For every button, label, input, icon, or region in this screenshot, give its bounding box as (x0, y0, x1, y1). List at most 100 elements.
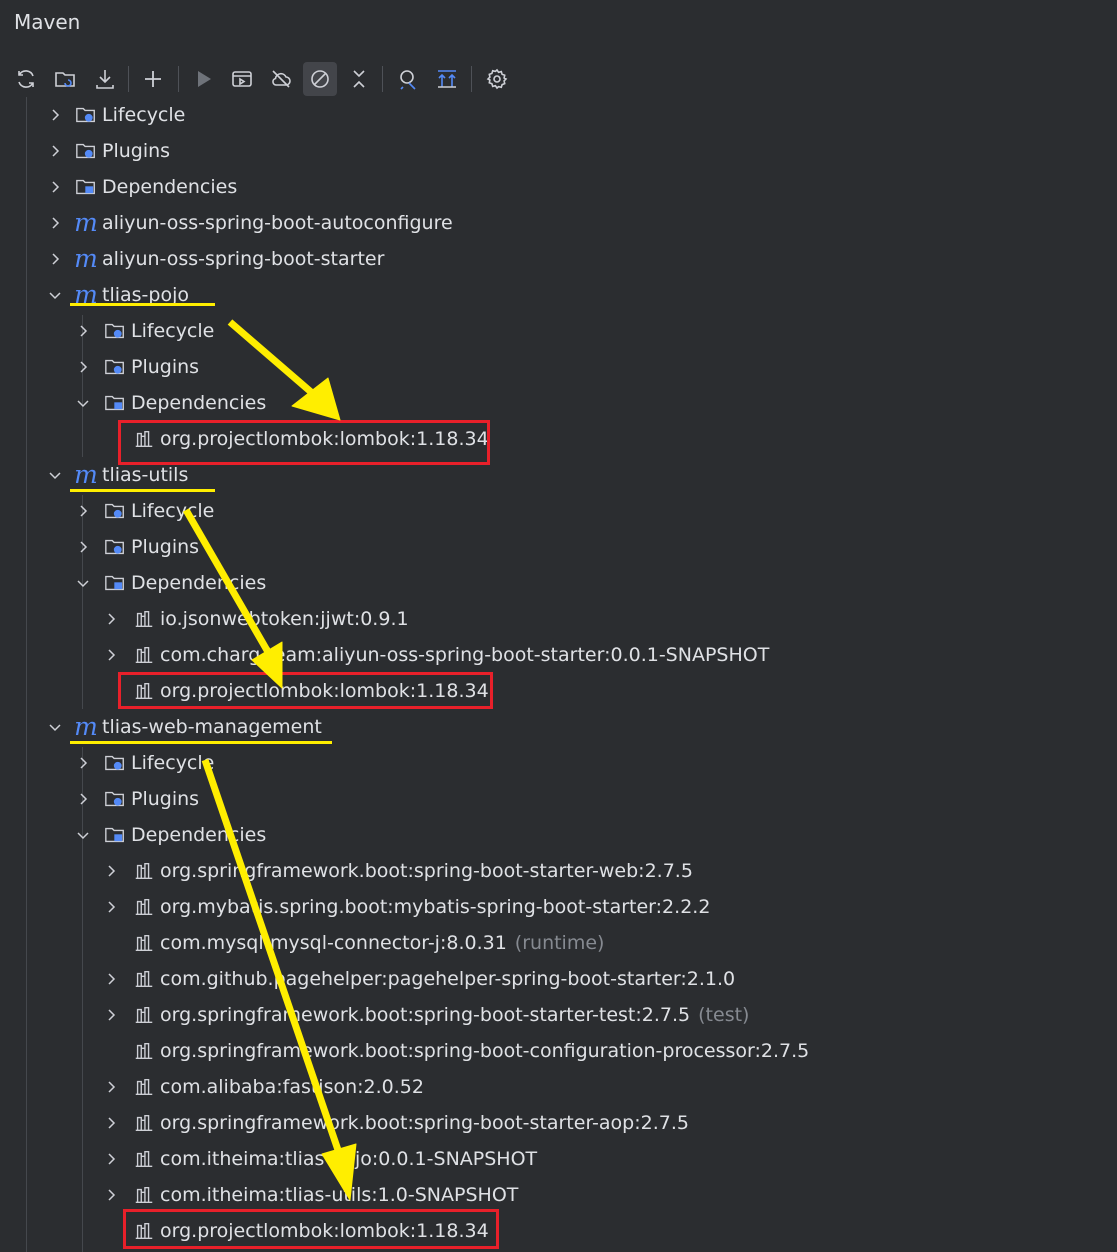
library-icon (132, 1039, 156, 1063)
library-icon (132, 1075, 156, 1099)
module-node-tlias-web-management[interactable]: m tlias-web-management (48, 709, 322, 745)
chevron-right-icon[interactable] (104, 1188, 118, 1202)
dependency-node[interactable]: com.mysql:mysql-connector-j:8.0.31 (runt… (132, 925, 604, 961)
dependency-label: org.springframework.boot:spring-boot-sta… (160, 860, 693, 882)
module-label: aliyun-oss-spring-boot-starter (102, 248, 385, 270)
dependency-node[interactable]: com.itheima:tlias-pojo:0.0.1-SNAPSHOT (104, 1141, 537, 1177)
dependency-node[interactable]: com.alibaba:fastjson:2.0.52 (104, 1069, 424, 1105)
chevron-down-icon[interactable] (76, 396, 90, 410)
dependency-label: org.springframework.boot:spring-boot-con… (160, 1040, 810, 1062)
chevron-right-icon[interactable] (104, 864, 118, 878)
tree-node-label: Dependencies (102, 176, 238, 198)
tree-node-plugins[interactable]: Plugins (76, 349, 199, 385)
plugins-folder-icon (103, 535, 127, 559)
module-node-tlias-pojo[interactable]: m tlias-pojo (48, 277, 189, 313)
dependencies-folder-icon (103, 391, 127, 415)
lifecycle-folder-icon (103, 319, 127, 343)
reload-icon[interactable] (9, 62, 43, 96)
tree-node-plugins[interactable]: Plugins (76, 781, 199, 817)
dependencies-folder-icon (103, 571, 127, 595)
chevron-right-icon[interactable] (104, 900, 118, 914)
library-icon (132, 967, 156, 991)
dependencies-folder-icon (74, 175, 98, 199)
chevron-right-icon[interactable] (48, 180, 62, 194)
dependency-node[interactable]: org.springframework.boot:spring-boot-sta… (104, 1105, 689, 1141)
toolbar-separator (178, 66, 179, 92)
chevron-down-icon[interactable] (48, 720, 62, 734)
module-node[interactable]: m aliyun-oss-spring-boot-starter (48, 241, 384, 277)
chevron-right-icon[interactable] (76, 792, 90, 806)
chevron-right-icon[interactable] (104, 612, 118, 626)
tree-node-label: Dependencies (131, 824, 267, 846)
run-icon[interactable] (186, 62, 220, 96)
tree-node-dependencies[interactable]: Dependencies (76, 565, 266, 601)
chevron-right-icon[interactable] (76, 360, 90, 374)
dependency-node[interactable]: com.itheima:tlias-utils:1.0-SNAPSHOT (104, 1177, 518, 1213)
module-node[interactable]: m aliyun-oss-spring-boot-autoconfigure (48, 205, 453, 241)
tree-node-label: Lifecycle (131, 320, 215, 342)
chevron-right-icon[interactable] (48, 216, 62, 230)
highlight-box (118, 420, 490, 465)
dependency-label: com.github.pagehelper:pagehelper-spring-… (160, 968, 736, 990)
analyze-dependencies-icon[interactable] (390, 62, 424, 96)
chevron-right-icon[interactable] (104, 1008, 118, 1022)
plugins-folder-icon (74, 139, 98, 163)
dependency-node[interactable]: org.springframework.boot:spring-boot-sta… (104, 853, 693, 889)
tree-node-lifecycle[interactable]: Lifecycle (48, 97, 185, 133)
chevron-right-icon[interactable] (104, 1080, 118, 1094)
tree-node-lifecycle[interactable]: Lifecycle (76, 745, 214, 781)
chevron-right-icon[interactable] (76, 324, 90, 338)
tree-node-dependencies[interactable]: Dependencies (76, 385, 266, 421)
dependency-node[interactable]: com.github.pagehelper:pagehelper-spring-… (104, 961, 735, 997)
dependency-node[interactable]: org.springframework.boot:spring-boot-sta… (104, 997, 749, 1033)
module-label: tlias-web-management (102, 716, 322, 738)
lifecycle-folder-icon (74, 103, 98, 127)
tree-node-dependencies[interactable]: Dependencies (48, 169, 237, 205)
dependency-label: org.mybatis.spring.boot:mybatis-spring-b… (160, 896, 711, 918)
reload-folder-icon[interactable] (48, 62, 82, 96)
module-label: tlias-utils (102, 464, 189, 486)
settings-icon[interactable] (480, 62, 514, 96)
highlight-underline (70, 489, 215, 492)
add-icon[interactable] (136, 62, 170, 96)
tree-node-plugins[interactable]: Plugins (48, 133, 170, 169)
offline-icon[interactable] (264, 62, 298, 96)
chevron-right-icon[interactable] (76, 756, 90, 770)
collapse-icon[interactable] (342, 62, 376, 96)
chevron-right-icon[interactable] (48, 108, 62, 122)
download-icon[interactable] (88, 62, 122, 96)
maven-toolbar (0, 58, 1117, 100)
run-config-icon[interactable] (225, 62, 259, 96)
maven-module-icon: m (74, 460, 98, 489)
chevron-right-icon[interactable] (104, 648, 118, 662)
chevron-right-icon[interactable] (48, 252, 62, 266)
chevron-down-icon[interactable] (48, 468, 62, 482)
library-icon (132, 643, 156, 667)
chevron-right-icon[interactable] (48, 144, 62, 158)
tree-node-label: Plugins (131, 788, 200, 810)
dependencies-folder-icon (103, 823, 127, 847)
chevron-right-icon[interactable] (76, 504, 90, 518)
chevron-down-icon[interactable] (76, 576, 90, 590)
tree-node-label: Dependencies (131, 572, 267, 594)
chevron-down-icon[interactable] (48, 288, 62, 302)
dependency-node[interactable]: io.jsonwebtoken:jjwt:0.9.1 (104, 601, 409, 637)
chevron-right-icon[interactable] (104, 1116, 118, 1130)
maven-module-icon: m (74, 712, 98, 741)
tree-node-lifecycle[interactable]: Lifecycle (76, 313, 214, 349)
toolbar-separator (382, 66, 383, 92)
tree-node-dependencies[interactable]: Dependencies (76, 817, 266, 853)
chevron-down-icon[interactable] (76, 828, 90, 842)
chevron-right-icon[interactable] (104, 972, 118, 986)
tree-node-plugins[interactable]: Plugins (76, 529, 199, 565)
dependency-node[interactable]: com.charg.team:aliyun-oss-spring-boot-st… (104, 637, 769, 673)
dependency-scope: (runtime) (514, 932, 605, 954)
skip-tests-icon[interactable] (303, 62, 337, 96)
tree-guide-line (26, 97, 27, 1252)
tree-node-lifecycle[interactable]: Lifecycle (76, 493, 214, 529)
show-dependencies-icon[interactable] (430, 62, 464, 96)
chevron-right-icon[interactable] (104, 1152, 118, 1166)
dependency-node[interactable]: org.springframework.boot:spring-boot-con… (132, 1033, 809, 1069)
dependency-node[interactable]: org.mybatis.spring.boot:mybatis-spring-b… (104, 889, 710, 925)
chevron-right-icon[interactable] (76, 540, 90, 554)
